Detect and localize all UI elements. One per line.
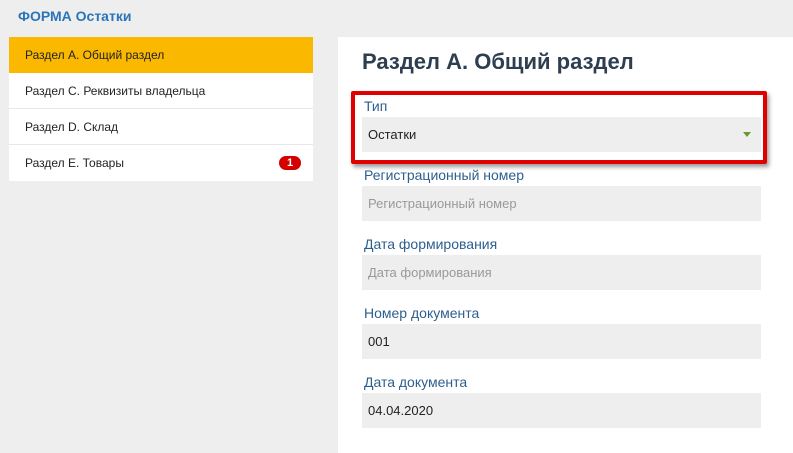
sidebar-item-label: Раздел D. Склад: [25, 119, 119, 134]
sidebar-item-section-d[interactable]: Раздел D. Склад: [9, 109, 313, 145]
formation-date-placeholder: Дата формирования: [368, 265, 492, 280]
doc-date-label: Дата документа: [364, 374, 468, 390]
type-select[interactable]: Остатки: [362, 117, 761, 152]
doc-number-label: Номер документа: [364, 305, 480, 321]
sidebar-item-label: Раздел А. Общий раздел: [25, 47, 165, 62]
reg-number-label: Регистрационный номер: [364, 167, 524, 183]
type-select-value: Остатки: [368, 127, 417, 142]
sidebar-item-section-a[interactable]: Раздел А. Общий раздел: [9, 37, 313, 73]
doc-date-value: 04.04.2020: [368, 403, 434, 418]
reg-number-input[interactable]: Регистрационный номер: [362, 186, 761, 221]
app-title: ФОРМА Остатки: [18, 8, 132, 24]
sidebar-nav: Раздел А. Общий раздел Раздел С. Реквизи…: [9, 37, 313, 181]
sidebar-item-label: Раздел Е. Товары: [25, 156, 124, 170]
doc-number-value: 001: [368, 334, 390, 349]
type-label: Тип: [364, 98, 388, 114]
doc-number-input[interactable]: 001: [362, 324, 761, 359]
error-count-badge: 1: [279, 156, 301, 170]
sidebar-item-section-e[interactable]: Раздел Е. Товары 1: [9, 145, 313, 181]
reg-number-placeholder: Регистрационный номер: [368, 196, 517, 211]
sidebar-item-label: Раздел С. Реквизиты владельца: [25, 83, 206, 98]
formation-date-label: Дата формирования: [364, 236, 498, 252]
formation-date-input[interactable]: Дата формирования: [362, 255, 761, 290]
chevron-down-icon: [743, 132, 751, 137]
sidebar-item-section-c[interactable]: Раздел С. Реквизиты владельца: [9, 73, 313, 109]
section-title: Раздел А. Общий раздел: [362, 49, 634, 74]
doc-date-input[interactable]: 04.04.2020: [362, 393, 761, 428]
main-panel: Раздел А. Общий раздел Тип Остатки Регис…: [338, 37, 793, 453]
